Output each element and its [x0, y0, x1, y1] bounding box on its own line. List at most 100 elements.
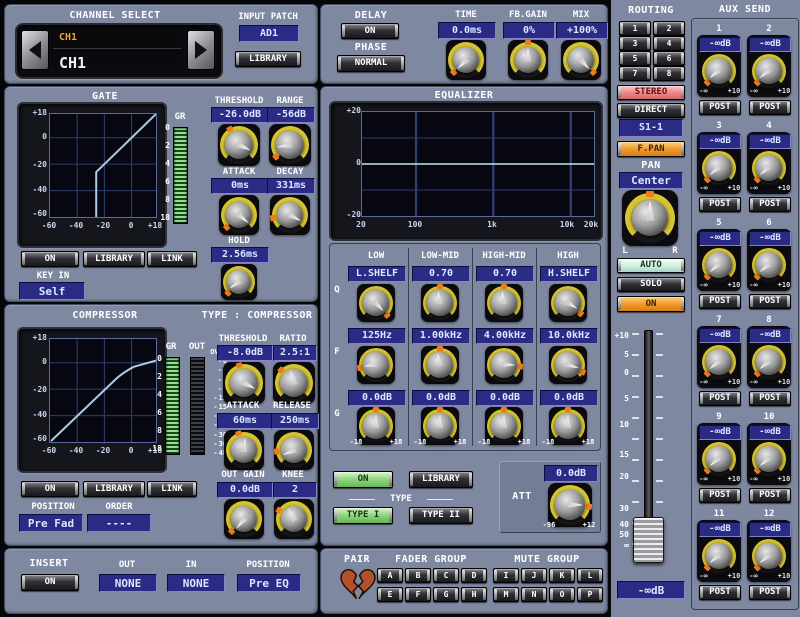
eq-high-f-knob[interactable] [549, 346, 587, 384]
aux-6-post-button[interactable]: POST [749, 294, 791, 309]
comp-outgain-knob[interactable] [224, 499, 264, 539]
aux-2-knob[interactable] [750, 52, 788, 90]
mute-group-k[interactable]: K [549, 568, 575, 583]
channel-on-button[interactable]: ON [617, 296, 685, 312]
fader-group-e[interactable]: E [377, 587, 403, 602]
fader-group-d[interactable]: D [461, 568, 487, 583]
comp-order-value[interactable]: ---- [87, 514, 151, 532]
fader-group-c[interactable]: C [433, 568, 459, 583]
routing-bus-3[interactable]: 3 [619, 36, 651, 51]
gate-hold-knob[interactable] [221, 264, 257, 300]
eq-highmid-q-knob[interactable] [485, 284, 523, 322]
comp-threshold-knob[interactable] [223, 362, 265, 404]
mute-group-n[interactable]: N [521, 587, 547, 602]
gate-on-button[interactable]: ON [21, 251, 79, 267]
aux-10-knob[interactable] [750, 440, 788, 478]
delay-fbgain-knob[interactable] [508, 40, 548, 80]
aux-8-post-button[interactable]: POST [749, 391, 791, 406]
solo-button[interactable]: SOLO [617, 277, 685, 292]
routing-bus-5[interactable]: 5 [619, 51, 651, 66]
aux-8-knob[interactable] [750, 343, 788, 381]
aux-12-post-button[interactable]: POST [749, 585, 791, 600]
fader-group-g[interactable]: G [433, 587, 459, 602]
insert-position-value[interactable]: Pre EQ [237, 574, 301, 592]
aux-6-knob[interactable] [750, 246, 788, 284]
gate-attack-knob[interactable] [219, 195, 259, 235]
input-patch-library-button[interactable]: LIBRARY [235, 51, 301, 67]
delay-time-knob[interactable] [446, 40, 486, 80]
aux-1-post-button[interactable]: POST [699, 100, 741, 115]
pan-knob[interactable] [622, 190, 678, 246]
mute-group-m[interactable]: M [493, 587, 519, 602]
insert-in-value[interactable]: NONE [167, 574, 225, 592]
insert-on-button[interactable]: ON [21, 574, 79, 591]
mute-group-o[interactable]: O [549, 587, 575, 602]
routing-bus-7[interactable]: 7 [619, 66, 651, 81]
fader-group-b[interactable]: B [405, 568, 431, 583]
broken-heart-icon[interactable] [339, 566, 377, 604]
mute-group-j[interactable]: J [521, 568, 547, 583]
comp-link-button[interactable]: LINK [147, 481, 197, 497]
gate-threshold-knob[interactable] [218, 124, 260, 166]
aux-3-knob[interactable] [700, 149, 738, 187]
delay-mix-knob[interactable] [561, 40, 601, 80]
comp-release-knob[interactable] [274, 430, 314, 470]
fader-group-f[interactable]: F [405, 587, 431, 602]
comp-ratio-knob[interactable] [273, 362, 315, 404]
aux-12-knob[interactable] [750, 537, 788, 575]
mute-group-p[interactable]: P [577, 587, 603, 602]
channel-prev-button[interactable] [21, 30, 49, 70]
eq-high-q-knob[interactable] [549, 284, 587, 322]
aux-9-post-button[interactable]: POST [699, 488, 741, 503]
comp-on-button[interactable]: ON [21, 481, 79, 497]
gate-library-button[interactable]: LIBRARY [83, 251, 145, 267]
mute-group-l[interactable]: L [577, 568, 603, 583]
fader-group-h[interactable]: H [461, 587, 487, 602]
input-patch-value[interactable]: AD1 [239, 25, 299, 42]
aux-5-knob[interactable] [700, 246, 738, 284]
auto-button[interactable]: AUTO [617, 258, 685, 273]
phase-normal-button[interactable]: NORMAL [337, 55, 405, 72]
insert-out-value[interactable]: NONE [99, 574, 157, 592]
aux-7-knob[interactable] [700, 343, 738, 381]
gate-decay-knob[interactable] [270, 195, 310, 235]
eq-type1-button[interactable]: TYPE I [333, 507, 393, 524]
gate-keyin-value[interactable]: Self [19, 282, 85, 300]
routing-bus-1[interactable]: 1 [619, 21, 651, 36]
aux-9-knob[interactable] [700, 440, 738, 478]
aux-2-post-button[interactable]: POST [749, 100, 791, 115]
direct-out-slot-value[interactable]: S1-1 [619, 119, 683, 137]
gate-range-knob[interactable] [269, 124, 311, 166]
comp-attack-knob[interactable] [224, 430, 264, 470]
routing-direct-button[interactable]: DIRECT [617, 103, 685, 118]
routing-bus-4[interactable]: 4 [653, 36, 685, 51]
aux-1-knob[interactable] [700, 52, 738, 90]
aux-4-post-button[interactable]: POST [749, 197, 791, 212]
aux-7-post-button[interactable]: POST [699, 391, 741, 406]
follow-pan-button[interactable]: F.PAN [617, 141, 685, 157]
comp-position-value[interactable]: Pre Fad [19, 514, 83, 532]
routing-stereo-button[interactable]: STEREO [617, 85, 685, 100]
aux-11-knob[interactable] [700, 537, 738, 575]
aux-4-knob[interactable] [750, 149, 788, 187]
comp-knee-knob[interactable] [274, 499, 314, 539]
routing-bus-6[interactable]: 6 [653, 51, 685, 66]
eq-highmid-f-knob[interactable] [485, 346, 523, 384]
mute-group-i[interactable]: I [493, 568, 519, 583]
aux-10-post-button[interactable]: POST [749, 488, 791, 503]
aux-3-post-button[interactable]: POST [699, 197, 741, 212]
eq-lowmid-q-knob[interactable] [421, 284, 459, 322]
comp-library-button[interactable]: LIBRARY [83, 481, 145, 497]
routing-bus-8[interactable]: 8 [653, 66, 685, 81]
fader-handle[interactable] [633, 517, 664, 563]
eq-low-q-knob[interactable] [357, 284, 395, 322]
eq-on-button[interactable]: ON [333, 471, 393, 488]
aux-5-post-button[interactable]: POST [699, 294, 741, 309]
eq-type2-button[interactable]: TYPE II [409, 507, 473, 524]
channel-next-button[interactable] [187, 30, 215, 70]
eq-library-button[interactable]: LIBRARY [409, 471, 473, 488]
gate-link-button[interactable]: LINK [147, 251, 197, 267]
delay-on-button[interactable]: ON [341, 23, 399, 39]
eq-lowmid-f-knob[interactable] [421, 346, 459, 384]
eq-low-f-knob[interactable] [357, 346, 395, 384]
